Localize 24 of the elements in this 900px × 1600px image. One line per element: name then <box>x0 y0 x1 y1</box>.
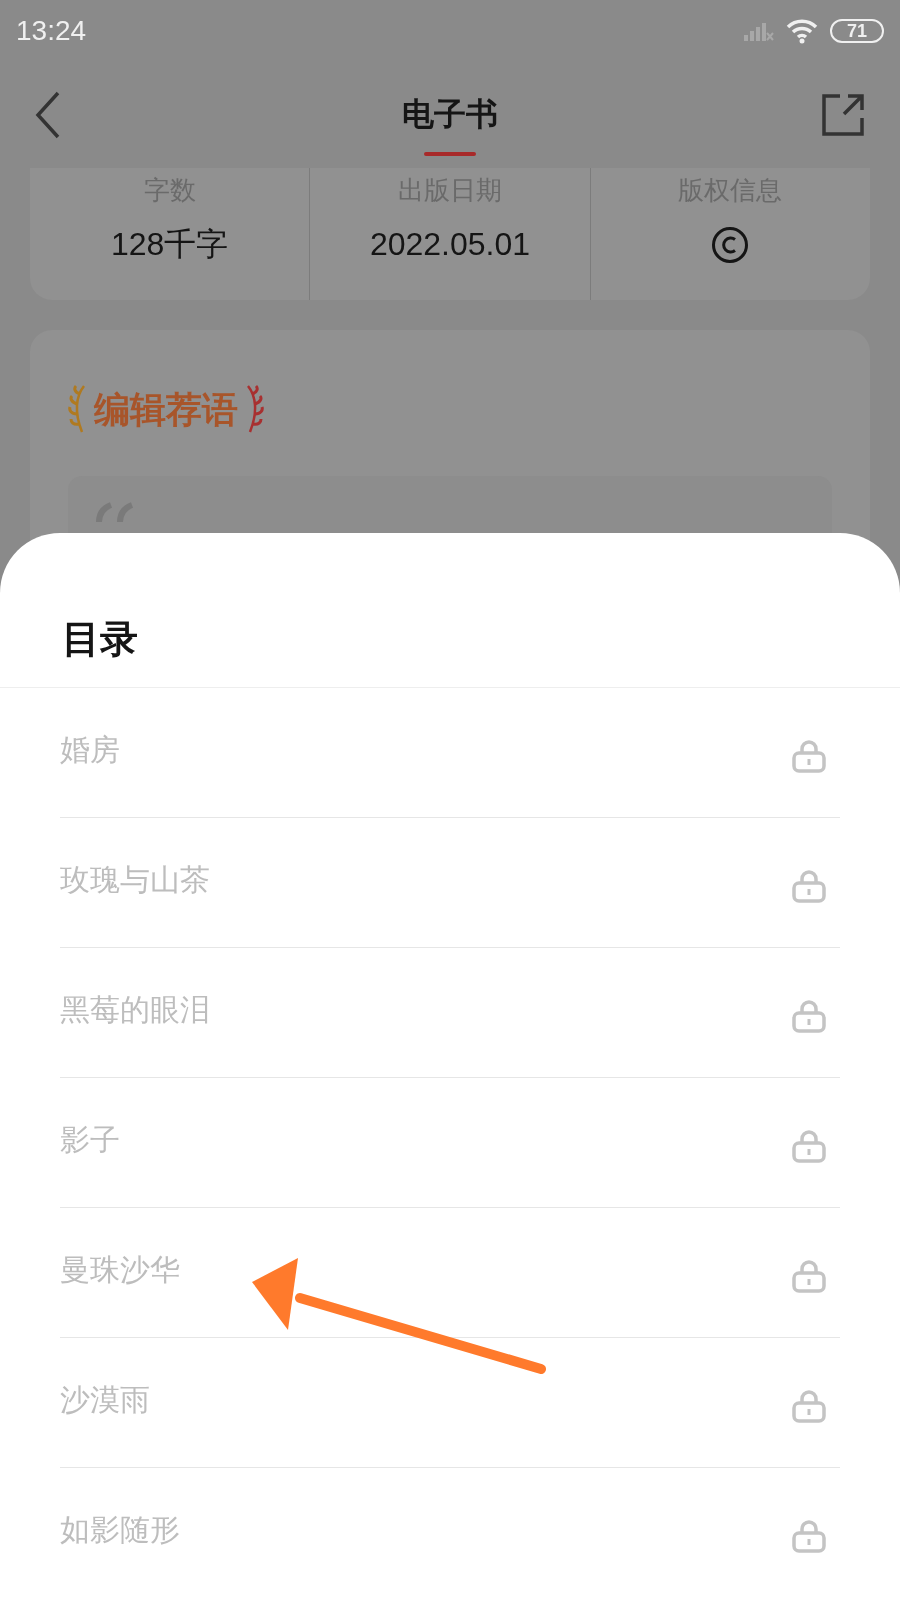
chapter-title: 黑莓的眼泪 <box>60 991 210 1028</box>
sheet-title: 目录 <box>62 617 138 662</box>
chapter-title: 影子 <box>60 1121 120 1158</box>
chapter-title: 如影随形 <box>60 1512 180 1548</box>
chapter-item[interactable]: 黑莓的眼泪 <box>60 948 840 1078</box>
chapter-title: 沙漠雨 <box>60 1381 150 1418</box>
chapter-item[interactable]: 沙漠雨 <box>60 1338 840 1468</box>
share-icon[interactable] <box>820 92 866 138</box>
wifi-icon <box>786 18 818 44</box>
stat-value: 128千字 <box>110 225 229 264</box>
back-icon[interactable] <box>34 91 62 139</box>
section-title: 编辑荐语 <box>94 387 238 432</box>
stat-value: 2022.05.01 <box>369 225 531 264</box>
battery-indicator: 71 <box>830 19 884 43</box>
copyright-icon[interactable] <box>711 226 750 264</box>
chapter-item[interactable]: 影子 <box>60 1078 840 1208</box>
chapter-item[interactable]: 如影随形 <box>60 1468 840 1598</box>
page-title[interactable]: 电子书 <box>402 90 498 138</box>
chapter-title: 曼珠沙华 <box>60 1251 180 1288</box>
status-time: 13:24 <box>16 14 87 48</box>
chapter-title: 玫瑰与山茶 <box>60 861 210 898</box>
chapter-title: 婚房 <box>60 731 120 768</box>
chapter-item[interactable]: 玫瑰与山茶 <box>60 818 840 948</box>
chapter-item[interactable]: 婚房 <box>60 688 840 818</box>
